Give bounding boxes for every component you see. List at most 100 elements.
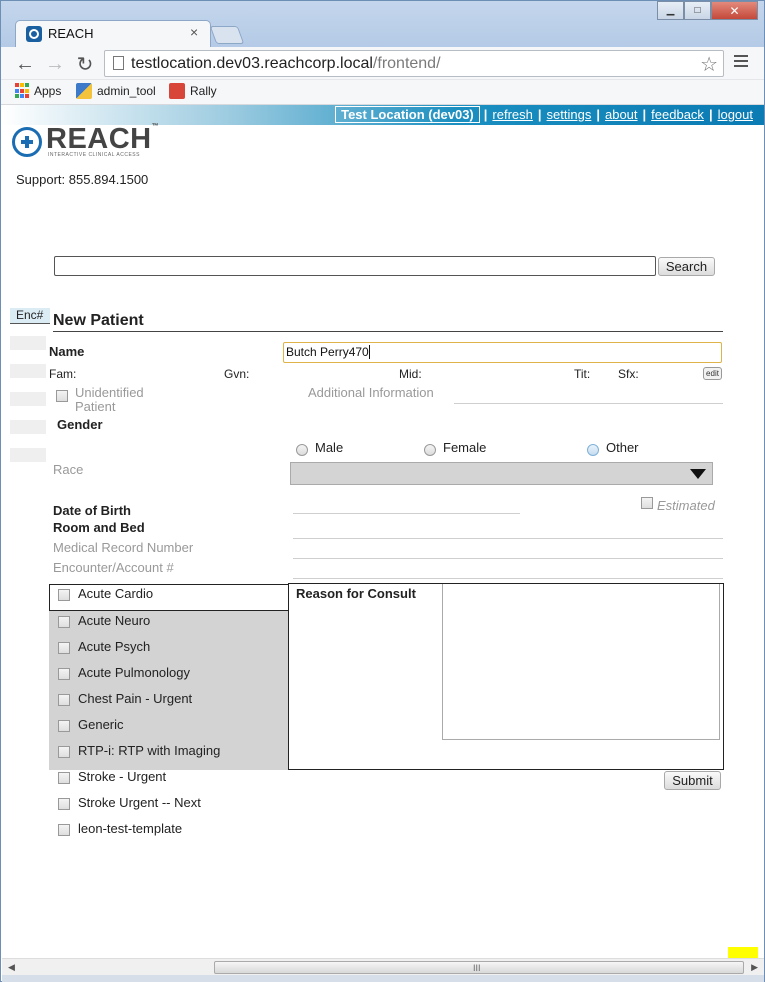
minimize-button[interactable]: ▁ [657,1,684,20]
template-label: Generic [78,716,124,732]
feedback-link[interactable]: feedback [651,107,704,122]
grip-icon: III [473,963,481,973]
template-item[interactable]: Acute Neuro [58,612,150,628]
bookmark-apps[interactable]: Apps [15,83,61,99]
gender-other-radio[interactable] [587,444,599,456]
sidebar-tab[interactable] [10,336,46,350]
forward-arrow-icon[interactable]: → [43,52,67,76]
template-item[interactable]: Stroke Urgent -- Next [58,794,201,810]
header-bar: Test Location (dev03) | refresh | settin… [2,105,764,125]
bookmark-rally[interactable]: Rally [169,83,217,99]
top-navigation: Test Location (dev03) | refresh | settin… [335,106,758,123]
template-checkbox[interactable] [58,642,70,654]
template-checkbox[interactable] [58,772,70,784]
dob-field[interactable] [293,513,520,514]
additional-info-field[interactable] [454,403,723,404]
reason-for-consult-panel: Reason for Consult [288,583,724,770]
reload-icon[interactable]: ↻ [73,52,97,76]
template-item[interactable]: Stroke - Urgent [58,768,166,784]
about-link[interactable]: about [605,107,638,122]
race-label: Race [53,462,84,477]
template-label: leon-test-template [78,820,183,836]
search-button[interactable]: Search [658,257,715,276]
estimated-checkbox[interactable] [641,497,653,509]
name-input[interactable]: Butch Perry470 [283,342,722,363]
sidebar-tab[interactable] [10,392,46,406]
race-select[interactable] [290,462,713,485]
template-label: Acute Psych [78,638,151,654]
logout-link[interactable]: logout [718,107,753,122]
reach-favicon-icon [26,26,42,42]
new-tab-button[interactable] [209,26,245,44]
template-checkbox[interactable] [58,668,70,680]
back-arrow-icon[interactable]: ← [13,52,37,76]
reach-plus-icon [12,127,42,157]
sidebar-tab[interactable] [10,420,46,434]
sfx-label: Sfx: [618,367,639,381]
bookmark-admin-tool[interactable]: admin_tool [76,83,156,99]
template-checkbox[interactable] [58,746,70,758]
bookmark-label: admin_tool [97,84,156,98]
window-bottom-border [2,975,764,982]
bookmark-star-icon[interactable]: ☆ [700,52,718,77]
encounter-label: Encounter/Account # [53,560,174,575]
maximize-button[interactable]: □ [684,1,711,20]
refresh-link[interactable]: refresh [492,107,532,122]
gvn-label: Gvn: [224,367,250,381]
gender-male-label: Male [315,440,344,455]
nav-separator: | [708,107,713,122]
unidentified-label-2: Patient [75,399,116,414]
gender-female-radio[interactable] [424,444,436,456]
browser-toolbar: ← → ↻ testlocation.dev03.reachcorp.local… [1,47,764,80]
sidebar-tab[interactable] [10,448,46,462]
template-label: Stroke - Urgent [78,768,167,784]
horizontal-scrollbar[interactable]: ◀ III ▶ [2,958,764,975]
template-item[interactable]: RTP-i: RTP with Imaging [58,742,220,758]
tab-close-icon[interactable]: × [190,24,198,40]
unidentified-checkbox[interactable] [56,390,68,402]
patient-search-input[interactable] [54,256,656,276]
submit-button[interactable]: Submit [664,771,721,790]
template-item[interactable]: Acute Cardio [58,585,153,601]
template-item[interactable]: Acute Psych [58,638,150,654]
template-checkbox[interactable] [58,589,70,601]
dob-label: Date of Birth [53,503,131,518]
edit-name-button[interactable]: edit [703,367,722,380]
browser-tab[interactable]: REACH × [15,20,211,47]
gender-label: Gender [57,417,103,432]
gender-other-label: Other [606,440,639,455]
scroll-left-icon[interactable]: ◀ [8,962,15,973]
template-item[interactable]: Acute Pulmonology [58,664,190,680]
title-divider [53,331,723,332]
reason-textarea[interactable] [442,584,720,740]
sidebar-tab[interactable] [10,364,46,378]
fam-label: Fam: [49,367,77,381]
scroll-right-icon[interactable]: ▶ [751,962,758,973]
close-window-button[interactable]: ✕ [711,1,758,20]
gender-male-radio[interactable] [296,444,308,456]
room-bed-field[interactable] [293,538,723,539]
address-bar[interactable]: testlocation.dev03.reachcorp.local/front… [104,50,724,77]
encounter-field[interactable] [293,578,723,579]
chrome-menu-icon[interactable] [734,55,748,70]
gender-female-label: Female [443,440,487,455]
template-checkbox[interactable] [58,824,70,836]
template-checkbox[interactable] [58,720,70,732]
template-item[interactable]: Generic [58,716,124,732]
template-item[interactable]: Chest Pain - Urgent [58,690,192,706]
enc-tab[interactable]: Enc# [10,308,50,324]
location-label: Test Location (dev03) [335,106,480,123]
settings-link[interactable]: settings [547,107,592,122]
template-checkbox[interactable] [58,616,70,628]
reach-logo: REACH™ INTERACTIVE CLINICAL ACCESS [12,123,172,159]
mrn-field[interactable] [293,558,723,559]
template-item[interactable]: leon-test-template [58,820,182,836]
bookmarks-bar: Apps admin_tool Rally [1,80,764,105]
template-label: Acute Cardio [78,585,154,601]
template-label: Acute Neuro [78,612,151,628]
template-label: Chest Pain - Urgent [78,690,193,706]
yellow-marker [728,947,758,958]
template-checkbox[interactable] [58,694,70,706]
scrollbar-thumb[interactable]: III [214,961,744,974]
template-checkbox[interactable] [58,798,70,810]
